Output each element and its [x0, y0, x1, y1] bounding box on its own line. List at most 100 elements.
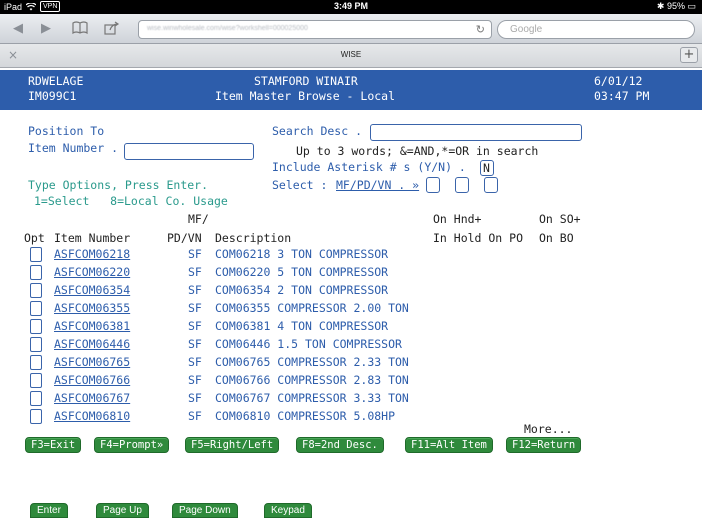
item-number-link[interactable]: ASFCOM06381 [54, 319, 130, 334]
col-opt-header: Opt [24, 231, 45, 245]
col-pdvn-header: PD/VN [167, 231, 202, 245]
vn-select-input[interactable] [484, 177, 498, 193]
header-date: 6/01/12 [594, 74, 643, 88]
col-on-so-header: On SO+ [539, 212, 581, 226]
f11-alt-item-button[interactable]: F11=Alt Item [405, 437, 493, 453]
select-prompt-link[interactable]: MF/PD/VN . » [336, 178, 419, 193]
item-description: COM06381 4 TON COMPRESSOR [215, 319, 389, 333]
f5-right-left-button[interactable]: F5=Right/Left [185, 437, 280, 453]
battery-percent: 95% [666, 1, 685, 11]
f8-2nd-desc-button[interactable]: F8=2nd Desc. [296, 437, 384, 453]
bluetooth-icon: ✱ [656, 1, 665, 11]
item-number-label: Item Number . [28, 141, 119, 155]
share-icon[interactable] [104, 21, 120, 37]
item-source-code: SF [188, 265, 202, 279]
position-to-label: Position To [28, 124, 105, 138]
opt-input[interactable] [30, 265, 42, 280]
item-source-code: SF [188, 301, 202, 315]
item-number-link[interactable]: ASFCOM06354 [54, 283, 130, 298]
user-id: RDWELAGE [28, 74, 84, 88]
item-source-code: SF [188, 355, 202, 369]
item-description: COM06218 3 TON COMPRESSOR [215, 247, 389, 261]
opt-input[interactable] [30, 337, 42, 352]
add-tab-icon[interactable]: + [680, 47, 698, 63]
col-in-hold-header: In Hold On PO [433, 231, 524, 245]
item-number-link[interactable]: ASFCOM06810 [54, 409, 130, 424]
reload-icon[interactable]: ↻ [476, 23, 485, 36]
url-text: wise.winwholesale.com/wise?workshell=000… [147, 25, 308, 32]
item-source-code: SF [188, 373, 202, 387]
col-on-hnd-header: On Hnd+ [433, 212, 482, 226]
item-number-link[interactable]: ASFCOM06766 [54, 373, 130, 388]
item-description: COM06810 COMPRESSOR 5.08HP [215, 409, 396, 423]
table-row: ASFCOM06766 SF COM06766 COMPRESSOR 2.83 TO… [0, 373, 702, 388]
item-description: COM06354 2 TON COMPRESSOR [215, 283, 389, 297]
enter-button[interactable]: Enter [30, 503, 68, 518]
opt-input[interactable] [30, 355, 42, 370]
mf-select-input[interactable] [426, 177, 440, 193]
opt-input[interactable] [30, 409, 42, 424]
col-on-bo-header: On BO [539, 231, 574, 245]
f4-prompt-button[interactable]: F4=Prompt» [94, 437, 170, 453]
screen-header: RDWELAGE STAMFORD WINAIR 6/01/12 IM099C1… [0, 70, 702, 110]
item-source-code: SF [188, 247, 202, 261]
select-label: Select : [272, 178, 335, 192]
status-bar: iPad VPN 3:49 PM ✱ 95% ▭ [0, 0, 702, 14]
search-hint: Up to 3 words; &=AND,*=OR in search [296, 144, 539, 158]
bookmarks-icon[interactable] [72, 21, 88, 37]
item-number-link[interactable]: ASFCOM06767 [54, 391, 130, 406]
item-number-link[interactable]: ASFCOM06220 [54, 265, 130, 280]
table-row: ASFCOM06446 SF COM06446 1.5 TON COMPRESSOR [0, 337, 702, 352]
opt-input[interactable] [30, 319, 42, 334]
f12-return-button[interactable]: F12=Return [506, 437, 582, 453]
status-time: 3:49 PM [333, 1, 368, 11]
item-description: COM06220 5 TON COMPRESSOR [215, 265, 389, 279]
table-row: ASFCOM06381 SF COM06381 4 TON COMPRESSOR [0, 319, 702, 334]
include-asterisk-input[interactable]: N [480, 160, 494, 176]
item-number-link[interactable]: ASFCOM06218 [54, 247, 130, 262]
opt-input[interactable] [30, 283, 42, 298]
table-row: ASFCOM06767 SF COM06767 COMPRESSOR 3.33 TO… [0, 391, 702, 406]
f3-exit-button[interactable]: F3=Exit [25, 437, 82, 453]
screen-title: Item Master Browse - Local [215, 89, 396, 103]
pd-select-input[interactable] [455, 177, 469, 193]
forward-icon[interactable]: ▶ [38, 21, 54, 37]
opt-input[interactable] [30, 373, 42, 388]
keypad-button[interactable]: Keypad [264, 503, 312, 518]
item-number-link[interactable]: ASFCOM06765 [54, 355, 130, 370]
header-time: 03:47 PM [594, 89, 650, 103]
item-source-code: SF [188, 391, 202, 405]
tab-strip: × WISE + [0, 44, 702, 68]
include-asterisk-label: Include Asterisk # s (Y/N) . [272, 160, 466, 174]
col-mf-header: MF/ [188, 212, 209, 226]
company-name: STAMFORD WINAIR [254, 74, 358, 88]
item-source-code: SF [188, 319, 202, 333]
options-legend: 1=Select 8=Local Co. Usage [34, 194, 228, 208]
page-down-button[interactable]: Page Down [172, 503, 238, 518]
item-number-input[interactable] [124, 143, 254, 160]
opt-input[interactable] [30, 301, 42, 316]
opt-input[interactable] [30, 247, 42, 262]
back-icon[interactable]: ◀ [10, 21, 26, 37]
item-source-code: SF [188, 409, 202, 423]
program-id: IM099C1 [28, 89, 77, 103]
search-desc-input[interactable] [370, 124, 582, 141]
search-field[interactable]: Google [497, 20, 695, 39]
battery-icon: ▭ [687, 1, 696, 11]
tab-title[interactable]: WISE [0, 50, 702, 59]
page-up-button[interactable]: Page Up [96, 503, 149, 518]
more-indicator: More... [524, 422, 573, 436]
col-item-number-header: Item Number [54, 231, 131, 245]
opt-input[interactable] [30, 391, 42, 406]
item-number-link[interactable]: ASFCOM06446 [54, 337, 130, 352]
item-source-code: SF [188, 283, 202, 297]
item-number-link[interactable]: ASFCOM06355 [54, 301, 130, 316]
table-row: ASFCOM06218 SF COM06218 3 TON COMPRESSOR [0, 247, 702, 262]
address-bar[interactable]: wise.winwholesale.com/wise?workshell=000… [138, 20, 492, 39]
col-description-header: Description [215, 231, 292, 245]
search-placeholder: Google [510, 24, 543, 35]
type-options-text: Type Options, Press Enter. [28, 178, 209, 192]
table-row: ASFCOM06765 SF COM06765 COMPRESSOR 2.33 TO… [0, 355, 702, 370]
item-description: COM06766 COMPRESSOR 2.83 TON [215, 373, 409, 387]
battery-indicator: ✱ 95% ▭ [657, 1, 696, 12]
